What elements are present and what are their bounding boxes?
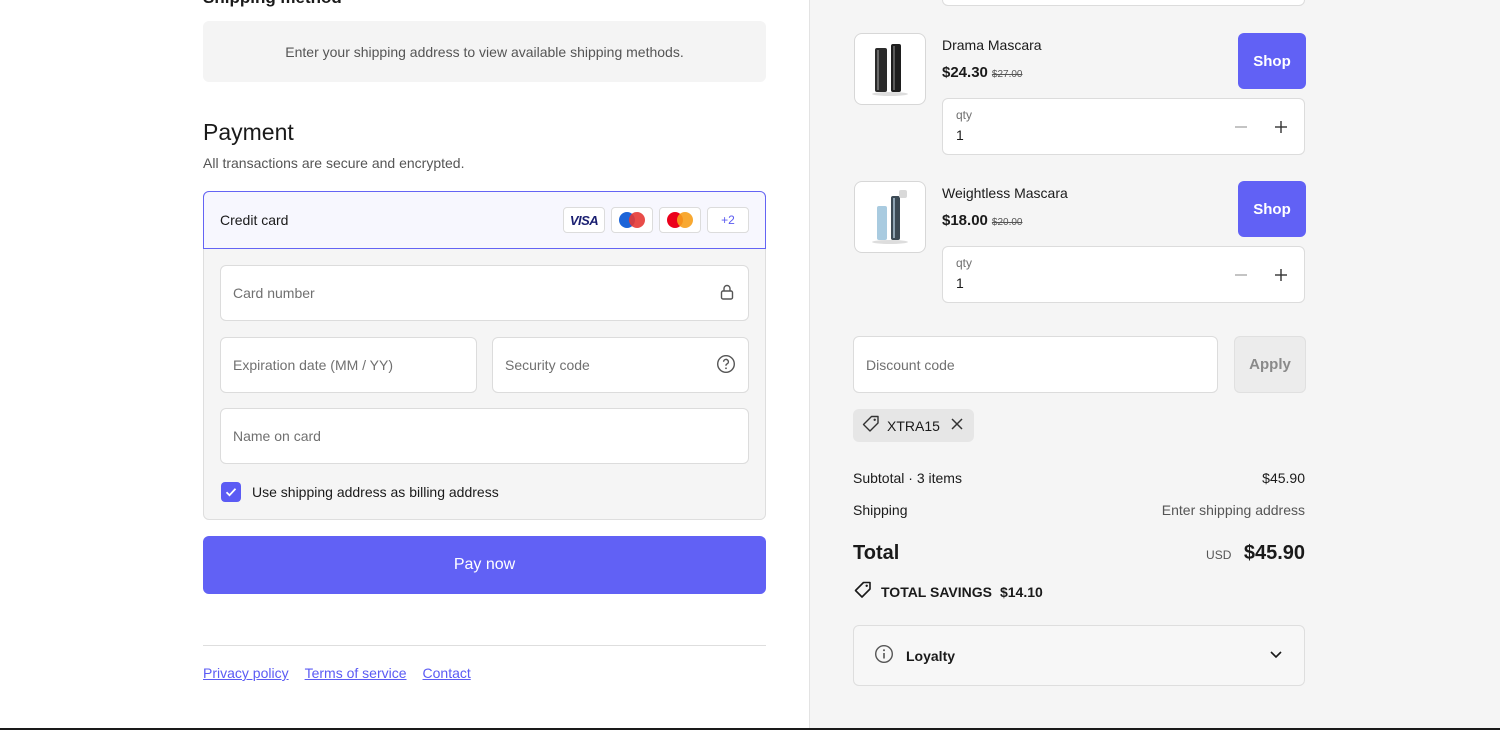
total-savings: TOTAL SAVINGS $14.10 — [853, 580, 1043, 603]
credit-card-label: Credit card — [220, 212, 289, 228]
shipping-value: Enter shipping address — [1161, 502, 1305, 518]
shipping-method-heading: Shipping method — [203, 0, 342, 8]
expiration-date-field[interactable]: Expiration date (MM / YY) — [220, 337, 477, 393]
card-number-field[interactable]: Card number — [220, 265, 749, 321]
qty-label: qty — [956, 108, 973, 122]
qty-value[interactable]: 1 — [956, 275, 964, 291]
payment-title: Payment — [203, 119, 294, 145]
billing-checkbox-row[interactable]: Use shipping address as billing address — [221, 482, 499, 502]
tag-icon — [853, 580, 873, 603]
security-code-placeholder: Security code — [505, 357, 590, 373]
plus-icon[interactable] — [1270, 264, 1292, 286]
discount-code-field[interactable]: Discount code — [853, 336, 1218, 393]
item-name: Drama Mascara — [942, 37, 1042, 53]
previous-item-qty-box[interactable] — [942, 0, 1305, 6]
expiration-placeholder: Expiration date (MM / YY) — [233, 357, 394, 373]
quantity-stepper[interactable]: qty 1 — [942, 246, 1305, 303]
payment-subtitle: All transactions are secure and encrypte… — [203, 155, 465, 171]
contact-link[interactable]: Contact — [423, 665, 471, 681]
weightless-mascara-thumbnail — [854, 181, 926, 253]
total-row: Total USD $45.90 — [853, 542, 1305, 565]
shipping-label: Shipping — [853, 502, 908, 518]
shipping-row: Shipping Enter shipping address — [853, 502, 1305, 518]
total-currency: USD — [1206, 548, 1232, 562]
minus-icon[interactable] — [1230, 116, 1252, 138]
credit-card-option[interactable]: Credit card VISA +2 — [203, 191, 766, 249]
card-number-placeholder: Card number — [233, 285, 315, 301]
qty-value[interactable]: 1 — [956, 127, 964, 143]
security-code-field[interactable]: Security code — [492, 337, 749, 393]
subtotal-value: $45.90 — [1262, 470, 1305, 486]
savings-value: $14.10 — [999, 583, 1043, 600]
discount-code-placeholder: Discount code — [866, 356, 955, 373]
item-original-price: $20.00 — [991, 217, 1023, 228]
item-original-price: $27.00 — [991, 69, 1023, 80]
close-icon[interactable] — [950, 417, 964, 434]
maestro-icon — [611, 207, 653, 233]
terms-of-service-link[interactable]: Terms of service — [305, 665, 407, 681]
loyalty-accordion[interactable]: Loyalty — [853, 625, 1305, 686]
total-label: Total — [853, 542, 900, 564]
subtotal-row: Subtotal · 3 items $45.90 — [853, 470, 1305, 486]
minus-icon[interactable] — [1230, 264, 1252, 286]
applied-discount-chip: XTRA15 — [853, 409, 974, 442]
shop-button[interactable]: Shop — [1238, 181, 1306, 237]
item-name: Weightless Mascara — [942, 185, 1068, 201]
item-price: $18.00 $20.00 — [942, 212, 1023, 229]
subtotal-label: Subtotal · 3 items — [853, 470, 962, 486]
help-circle-icon[interactable] — [716, 354, 736, 377]
credit-card-section: Credit card VISA +2 Card number Expirati… — [203, 191, 766, 520]
loyalty-label: Loyalty — [906, 647, 956, 664]
chevron-down-icon[interactable] — [1268, 646, 1284, 665]
pay-now-button[interactable]: Pay now — [203, 536, 766, 594]
footer-divider — [203, 645, 766, 646]
visa-icon: VISA — [563, 207, 605, 233]
plus-icon[interactable] — [1270, 116, 1292, 138]
order-summary: Drama Mascara $24.30 $27.00 Shop qty 1 We… — [809, 0, 1500, 730]
billing-checkbox-label: Use shipping address as billing address — [252, 484, 499, 500]
footer-links: Privacy policy Terms of service Contact — [203, 665, 471, 681]
more-brands-badge: +2 — [707, 207, 749, 233]
name-on-card-field[interactable]: Name on card — [220, 408, 749, 464]
checkout-main: Shipping method Enter your shipping addr… — [0, 0, 809, 730]
drama-mascara-thumbnail — [854, 33, 926, 105]
qty-label: qty — [956, 256, 973, 270]
shipping-notice: Enter your shipping address to view avai… — [203, 21, 766, 82]
check-icon — [225, 488, 237, 497]
name-on-card-placeholder: Name on card — [233, 428, 321, 444]
apply-discount-button[interactable]: Apply — [1234, 336, 1306, 393]
item-price: $24.30 $27.00 — [942, 64, 1023, 81]
savings-label: TOTAL SAVINGS — [881, 583, 992, 600]
lock-icon — [718, 283, 736, 304]
total-value: $45.90 — [1243, 542, 1305, 564]
mastercard-icon — [659, 207, 701, 233]
shop-button[interactable]: Shop — [1238, 33, 1306, 89]
info-icon — [874, 644, 894, 667]
billing-checkbox[interactable] — [221, 482, 241, 502]
privacy-policy-link[interactable]: Privacy policy — [203, 665, 289, 681]
quantity-stepper[interactable]: qty 1 — [942, 98, 1305, 155]
applied-discount-code: XTRA15 — [887, 417, 940, 434]
tag-icon — [861, 414, 881, 437]
